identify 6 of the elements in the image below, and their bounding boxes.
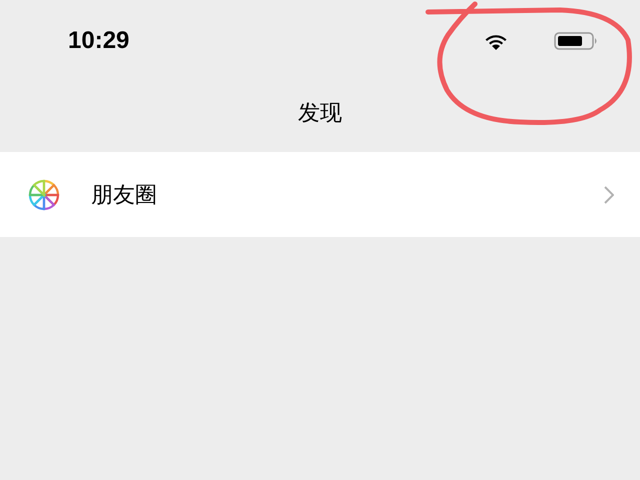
aperture-icon — [27, 178, 61, 212]
chevron-icon — [604, 186, 614, 204]
page-title: 发现 — [298, 100, 342, 128]
moments-list-item[interactable]: 朋友圈 — [0, 152, 640, 237]
wifi-icon — [484, 32, 508, 50]
status-time: 10:29 — [68, 27, 130, 55]
